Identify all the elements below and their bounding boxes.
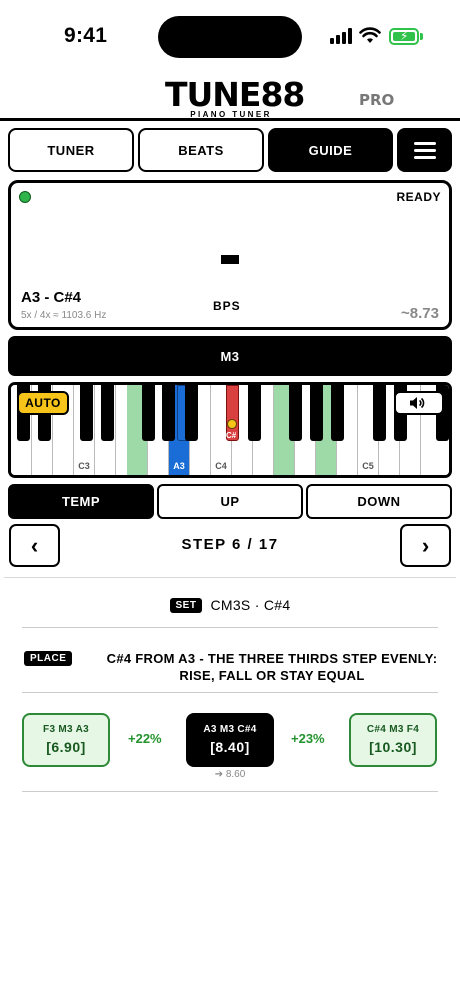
target-beat-rate: ➔ 8.60	[214, 769, 246, 780]
beat-rate-value: ~8.73	[401, 305, 439, 322]
pro-badge: PRO	[359, 91, 395, 109]
percent-change-upper: +23%	[291, 731, 325, 746]
mode-up[interactable]: UP	[157, 484, 303, 519]
third-value: [10.30]	[369, 739, 417, 755]
step-counter: STEP 6 / 17	[181, 536, 279, 553]
black-key[interactable]	[142, 385, 155, 441]
third-name: A3 M3 C#4	[203, 724, 257, 735]
percent-change-lower: +22%	[128, 731, 162, 746]
interval-name-bar: M3	[8, 336, 452, 376]
battery-nub	[420, 33, 423, 40]
clock: 9:41	[64, 24, 108, 47]
dynamic-island	[158, 16, 302, 58]
black-key[interactable]	[310, 385, 323, 441]
third-name: C#4 M3 F4	[366, 724, 420, 735]
key-label-cs4: C#	[226, 431, 237, 440]
black-key[interactable]	[162, 385, 175, 441]
chevron-right-icon: ›	[421, 532, 430, 558]
mode-down[interactable]: DOWN	[306, 484, 452, 519]
sound-button[interactable]	[394, 391, 444, 415]
place-tag: PLACE	[24, 651, 73, 666]
menu-button[interactable]	[397, 128, 452, 172]
reading-placeholder	[221, 255, 239, 264]
black-key[interactable]	[373, 385, 386, 441]
cellular-signal-icon	[330, 28, 352, 44]
black-key[interactable]	[289, 385, 302, 441]
previous-step-button[interactable]: ‹	[9, 524, 60, 567]
chevron-left-icon: ‹	[30, 532, 39, 558]
next-step-button[interactable]: ›	[400, 524, 451, 567]
interval-label: A3 - C#4	[21, 289, 82, 306]
divider	[22, 627, 438, 628]
mode-temp[interactable]: TEMP	[8, 484, 154, 519]
set-instruction: SET CM3S · C#4	[0, 597, 460, 613]
black-key[interactable]	[101, 385, 114, 441]
third-value: [6.90]	[46, 739, 86, 755]
tab-tuner[interactable]: TUNER	[8, 128, 134, 172]
hamburger-icon	[413, 141, 436, 145]
header-divider	[0, 118, 460, 121]
tuner-display: READY A3 - C#4 5x / 4x ≈ 1103.6 Hz BPS ~…	[8, 180, 452, 330]
tuning-marker-icon	[227, 419, 237, 429]
unit-label: BPS	[213, 299, 241, 313]
black-key[interactable]	[185, 385, 198, 441]
place-text: C#4 FROM A3 - THE THREE THIRDS STEP EVEN…	[106, 651, 438, 683]
status-bar: 9:41 ⚡	[0, 0, 460, 70]
status-text: READY	[396, 190, 441, 204]
divider	[22, 692, 438, 693]
key-label: A3	[173, 461, 185, 471]
third-card-upper: C#4 M3 F4 [10.30]	[349, 713, 437, 767]
key-label: C5	[362, 461, 374, 471]
tab-beats[interactable]: BEATS	[138, 128, 264, 172]
divider	[22, 791, 438, 792]
wifi-icon	[359, 27, 381, 43]
app-logo: TUNE88 PIANO TUNER	[165, 75, 305, 120]
logo-title: TUNE88	[165, 75, 305, 114]
piano-keyboard[interactable]: C3 A3 C4 C5 C# AUTO	[8, 382, 452, 478]
auto-button[interactable]: AUTO	[17, 391, 69, 415]
tab-guide[interactable]: GUIDE	[268, 128, 393, 172]
third-value: [8.40]	[210, 739, 250, 755]
frequency-ratio: 5x / 4x ≈ 1103.6 Hz	[21, 310, 107, 321]
set-tag: SET	[169, 597, 203, 613]
third-card-current: A3 M3 C#4 [8.40]	[186, 713, 274, 767]
key-label: C3	[78, 461, 90, 471]
key-label: C4	[215, 461, 227, 471]
third-name: F3 M3 A3	[43, 724, 89, 735]
black-key[interactable]	[248, 385, 261, 441]
black-key[interactable]	[331, 385, 344, 441]
divider	[4, 577, 456, 578]
third-card-lower: F3 M3 A3 [6.90]	[22, 713, 110, 767]
battery-icon: ⚡	[389, 28, 419, 45]
keys-container: C3 A3 C4 C5 C#	[11, 385, 449, 475]
black-key[interactable]	[80, 385, 93, 441]
speaker-icon	[410, 397, 425, 409]
status-led-icon	[19, 191, 31, 203]
set-text: CM3S · C#4	[210, 597, 291, 613]
